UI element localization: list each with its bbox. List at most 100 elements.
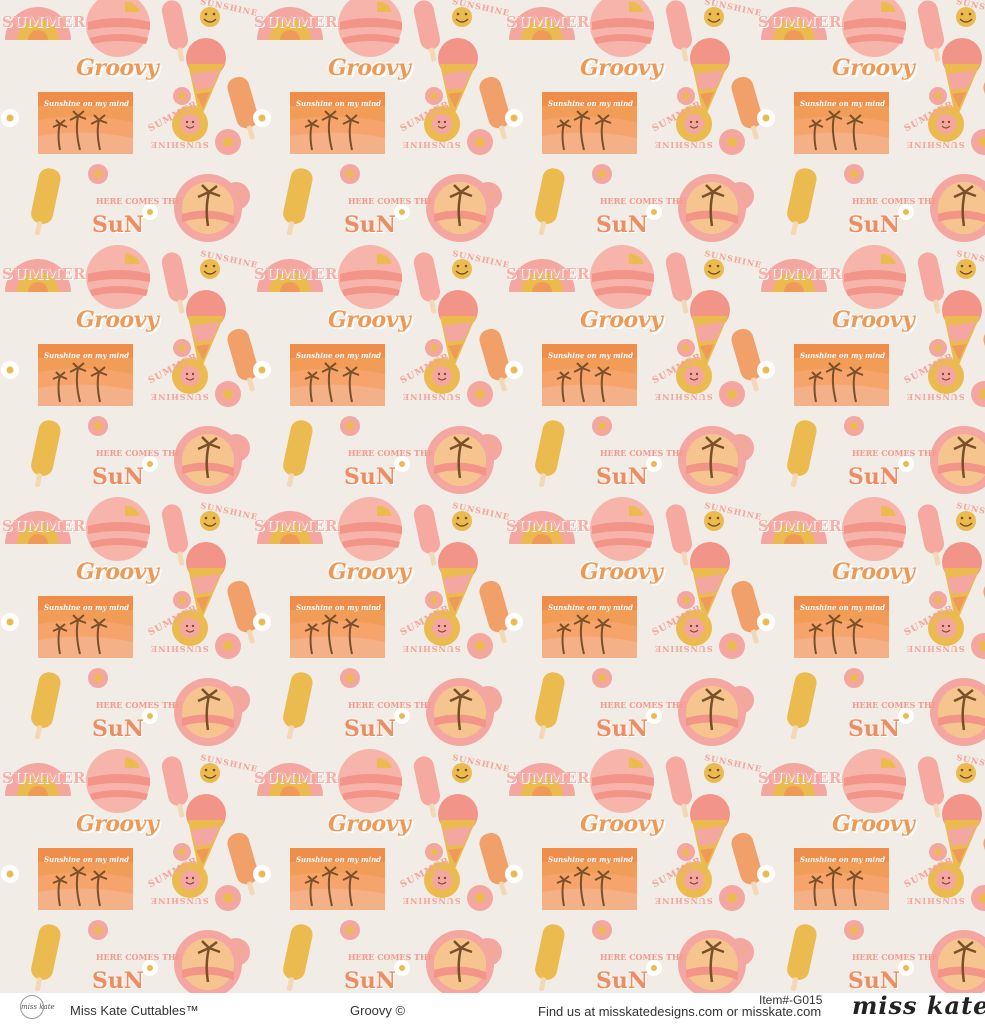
daisy-icon — [719, 633, 745, 659]
here-comes-the-text: HERE COMES THE — [600, 952, 686, 962]
website-text: Find us at misskatedesigns.com or misska… — [538, 1004, 822, 1019]
pattern-tile: SUMMER SUNSHINE Groovy Sunshine on my mi… — [504, 0, 763, 252]
smiley-icon — [956, 763, 976, 783]
summer-text: SUMMER — [758, 517, 843, 535]
pink-wave-circle — [842, 749, 906, 813]
daisy-icon — [467, 381, 493, 407]
pattern-tile: SUMMER SUNSHINE Groovy Sunshine on my mi… — [756, 0, 985, 252]
smiley-icon — [200, 511, 220, 531]
daisy-icon — [898, 204, 914, 220]
here-comes-the-text: HERE COMES THE — [348, 196, 434, 206]
daisy-icon — [505, 613, 523, 631]
pink-wave-circle — [86, 497, 150, 561]
pink-wave-circle — [590, 749, 654, 813]
daisy-icon — [505, 361, 523, 379]
yellow-ice-pop-icon — [535, 420, 565, 488]
daisy-icon — [898, 708, 914, 724]
daisy-icon — [340, 920, 360, 940]
sunshine-arc-text: SUNSHINE — [150, 392, 209, 402]
here-comes-the-text: HERE COMES THE — [96, 700, 182, 710]
pink-wave-circle — [338, 497, 402, 561]
daisy-icon — [757, 361, 775, 379]
pattern-tile: SUMMER SUNSHINE Groovy Sunshine on my mi… — [252, 0, 511, 252]
daisy-icon — [215, 633, 241, 659]
sun-text: SuN — [344, 212, 396, 238]
smiley-icon — [200, 7, 220, 27]
daisy-icon — [253, 613, 271, 631]
here-comes-the-text: HERE COMES THE — [348, 952, 434, 962]
pattern-tile: SUMMER SUNSHINE Groovy Sunshine on my mi… — [504, 245, 763, 504]
yellow-ice-pop-icon — [31, 924, 61, 992]
daisy-icon — [88, 416, 108, 436]
sunshine-arc-text: SUNSHINE — [654, 392, 713, 402]
sunshine-arc-text: SUNSHINE — [402, 896, 461, 906]
palm-circle-icon — [678, 174, 746, 242]
daisy-icon — [142, 708, 158, 724]
daisy-icon — [646, 708, 662, 724]
sunshine-on-my-mind-text: Sunshine on my mind — [800, 99, 886, 108]
sunshine-arc-text: SUNSHINE — [654, 896, 713, 906]
groovy-text: Groovy — [832, 559, 915, 585]
yellow-ice-pop-icon — [535, 168, 565, 236]
sun-text: SuN — [92, 716, 144, 742]
summer-text: SUMMER — [506, 517, 591, 535]
smiley-icon — [704, 7, 724, 27]
daisy-icon — [394, 960, 410, 976]
groovy-text: Groovy — [328, 559, 411, 585]
daisy-icon — [467, 129, 493, 155]
daisy-icon — [467, 885, 493, 911]
smiley-icon — [704, 259, 724, 279]
yellow-ice-pop-icon — [283, 672, 313, 740]
pink-wave-circle — [338, 245, 402, 309]
smiley-icon — [452, 511, 472, 531]
pattern-tile: SUMMER SUNSHINE Groovy Sunshine on my mi… — [0, 497, 259, 756]
sun-text: SuN — [848, 968, 900, 993]
script-signature: miss kate — [852, 991, 985, 1020]
yellow-ice-pop-icon — [535, 672, 565, 740]
here-comes-the-text: HERE COMES THE — [852, 952, 938, 962]
sun-text: SuN — [596, 464, 648, 490]
sunshine-arc-text: SUNSHINE — [150, 644, 209, 654]
pattern-tile: SUMMER SUNSHINE Groovy Sunshine on my mi… — [756, 245, 985, 504]
summer-text: SUMMER — [506, 769, 591, 787]
palm-circle-icon — [678, 426, 746, 494]
pink-wave-circle — [86, 245, 150, 309]
pattern-tile: SUMMER SUNSHINE Groovy Sunshine on my mi… — [252, 749, 511, 993]
groovy-text: Groovy — [832, 55, 915, 81]
pink-wave-circle — [338, 0, 402, 57]
daisy-icon — [253, 865, 271, 883]
pattern-tile: SUMMER SUNSHINE Groovy Sunshine on my mi… — [0, 749, 259, 993]
daisy-icon — [340, 164, 360, 184]
sun-text: SuN — [92, 464, 144, 490]
summer-text: SUMMER — [506, 265, 591, 283]
sunshine-on-my-mind-text: Sunshine on my mind — [44, 603, 130, 612]
daisy-icon — [971, 885, 985, 911]
here-comes-the-text: HERE COMES THE — [852, 700, 938, 710]
summer-text: SUMMER — [254, 769, 339, 787]
palm-circle-icon — [930, 678, 985, 746]
groovy-text: Groovy — [328, 811, 411, 837]
smiley-icon — [452, 259, 472, 279]
daisy-icon — [253, 361, 271, 379]
summer-text: SUMMER — [506, 13, 591, 31]
sunshine-arc-text: SUNSHINE — [906, 140, 965, 150]
sunshine-on-my-mind-text: Sunshine on my mind — [548, 351, 634, 360]
daisy-icon — [340, 416, 360, 436]
paper-title: Groovy © — [350, 1003, 406, 1018]
daisy-icon — [971, 381, 985, 407]
summer-text: SUMMER — [254, 13, 339, 31]
palm-circle-icon — [930, 426, 985, 494]
daisy-icon — [592, 668, 612, 688]
groovy-text: Groovy — [580, 55, 663, 81]
summer-text: SUMMER — [2, 265, 87, 283]
sunshine-arc-text: SUNSHINE — [906, 392, 965, 402]
sunshine-arc-text: SUNSHINE — [402, 140, 461, 150]
groovy-text: Groovy — [580, 307, 663, 333]
sun-text: SuN — [92, 212, 144, 238]
yellow-ice-pop-icon — [787, 672, 817, 740]
here-comes-the-text: HERE COMES THE — [600, 700, 686, 710]
daisy-icon — [971, 633, 985, 659]
pink-wave-circle — [842, 497, 906, 561]
daisy-icon — [1, 109, 19, 127]
smiley-icon — [200, 763, 220, 783]
